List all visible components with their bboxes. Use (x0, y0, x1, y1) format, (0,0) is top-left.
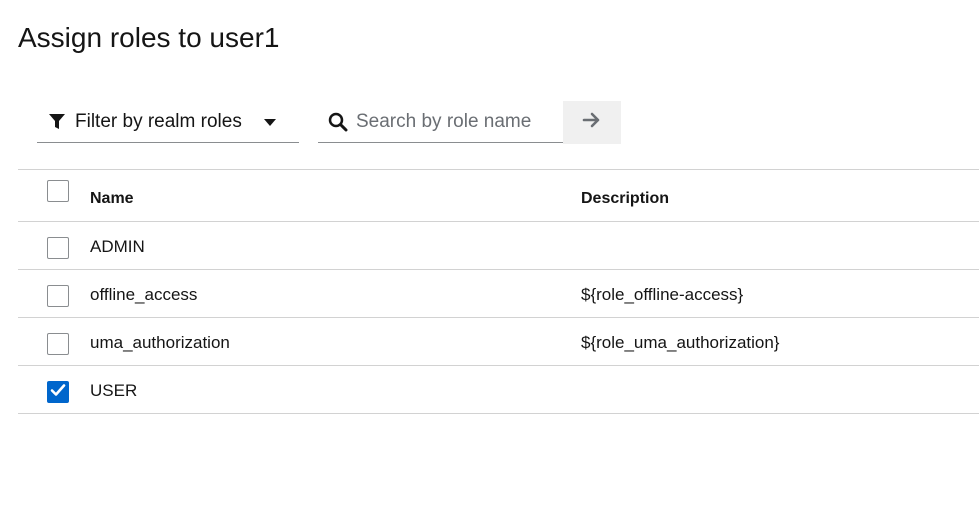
role-name: ADMIN (90, 237, 145, 256)
caret-down-icon (263, 115, 277, 129)
filter-dropdown[interactable]: Filter by realm roles (37, 101, 299, 143)
role-description: ${role_uma_authorization} (581, 333, 780, 352)
row-checkbox[interactable] (47, 237, 69, 259)
search-input[interactable] (356, 110, 556, 133)
check-icon (50, 383, 66, 402)
role-description: ${role_offline-access} (581, 285, 744, 304)
role-name: USER (90, 381, 138, 400)
table-row: ADMIN (18, 221, 979, 269)
page-title: Assign roles to user1 (18, 22, 280, 53)
table-row: USER (18, 365, 979, 414)
search-submit-button[interactable] (563, 101, 621, 144)
row-checkbox[interactable] (47, 333, 69, 355)
column-header-description: Description (581, 190, 670, 207)
role-name: offline_access (90, 285, 198, 304)
roles-table: Name Description ADMIN offline_access ${… (18, 169, 979, 414)
column-header-name[interactable]: Name (90, 190, 134, 208)
table-header-row: Name Description (18, 169, 979, 221)
filter-icon (48, 113, 66, 131)
search-box (318, 101, 564, 143)
row-checkbox[interactable] (47, 381, 69, 403)
search-icon (328, 112, 348, 132)
row-checkbox[interactable] (47, 285, 69, 307)
role-name: uma_authorization (90, 333, 230, 352)
table-row: offline_access ${role_offline-access} (18, 269, 979, 317)
filter-label: Filter by realm roles (75, 110, 242, 132)
table-row: uma_authorization ${role_uma_authorizati… (18, 317, 979, 365)
arrow-right-icon (582, 111, 602, 134)
select-all-checkbox[interactable] (47, 180, 69, 202)
